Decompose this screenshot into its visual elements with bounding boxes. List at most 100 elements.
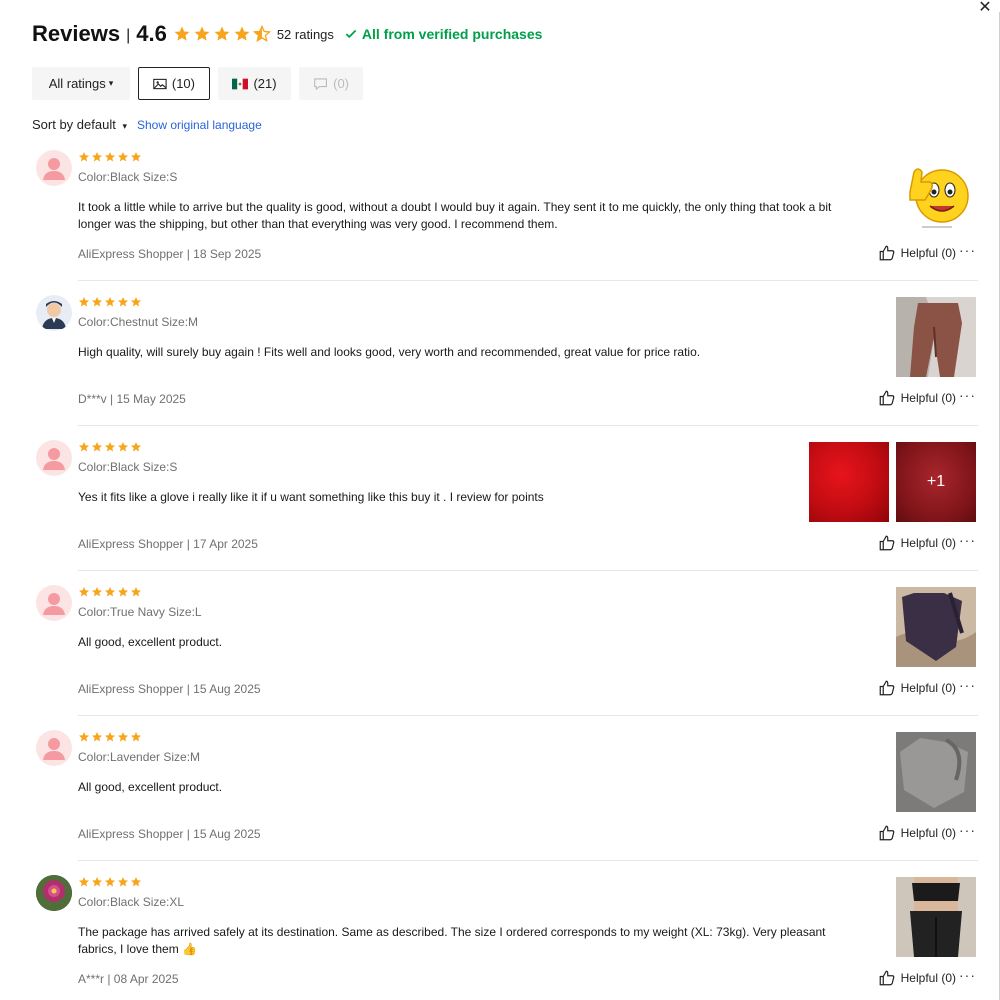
review-photo[interactable] <box>896 732 976 812</box>
review-author-date: AliExpress Shopper | 15 Aug 2025 <box>78 827 261 841</box>
star-icon <box>194 26 210 41</box>
star-icon <box>79 297 89 307</box>
review-divider <box>78 715 978 716</box>
checkmark-icon <box>345 29 357 39</box>
star-icon <box>131 442 141 452</box>
review-photos <box>896 877 976 957</box>
more-options-icon[interactable]: ··· <box>959 822 976 838</box>
star-icon <box>92 442 102 452</box>
review-item: Color:Lavender Size:M All good, excellen… <box>32 727 978 872</box>
star-icon <box>118 297 128 307</box>
review-photo[interactable] <box>896 587 976 667</box>
filter-country[interactable]: (21) <box>218 67 291 100</box>
review-stars <box>78 151 848 163</box>
helpful-button[interactable]: Helpful (0) <box>878 679 956 697</box>
more-options-icon[interactable]: ··· <box>959 387 976 403</box>
helpful-button[interactable]: Helpful (0) <box>878 389 956 407</box>
avatar <box>36 585 72 621</box>
more-photos-count: +1 <box>926 473 946 490</box>
title-separator: | <box>126 26 131 44</box>
review-text: All good, excellent product. <box>78 635 223 649</box>
review-author-date: AliExpress Shopper | 17 Apr 2025 <box>78 537 258 551</box>
review-stars <box>78 731 848 743</box>
star-icon <box>118 877 128 887</box>
star-icon <box>105 587 115 597</box>
review-photo[interactable] <box>896 152 976 232</box>
country-count: (21) <box>253 76 277 91</box>
star-icon <box>131 732 141 742</box>
star-icon <box>79 152 89 162</box>
star-icon <box>105 442 115 452</box>
review-stars <box>78 876 848 888</box>
more-options-icon[interactable]: ··· <box>959 677 976 693</box>
review-photos <box>896 297 976 377</box>
thumbs-up-icon <box>879 680 894 696</box>
thumbs-up-icon <box>879 535 894 551</box>
star-icon <box>118 587 128 597</box>
review-variant: Color:Lavender Size:M <box>78 750 201 764</box>
helpful-button[interactable]: Helpful (0) <box>878 534 956 552</box>
helpful-button[interactable]: Helpful (0) <box>878 969 956 987</box>
star-icon <box>131 587 141 597</box>
star-icon <box>92 877 102 887</box>
review-variant: Color:True Navy Size:L <box>78 605 202 619</box>
avatar <box>36 150 72 186</box>
review-text: It took a little while to arrive but the… <box>78 200 832 231</box>
review-stars <box>78 586 848 598</box>
star-icon <box>92 297 102 307</box>
review-author-date: AliExpress Shopper | 18 Sep 2025 <box>78 247 262 261</box>
show-original-language-link[interactable]: Show original language <box>137 118 262 132</box>
default-user-icon <box>43 448 65 470</box>
review-item: Color:Black Size:S It took a little whil… <box>32 147 978 292</box>
star-icon <box>131 877 141 887</box>
star-icon <box>105 152 115 162</box>
user-avatar-icon <box>42 301 66 329</box>
thumbs-up-icon <box>879 245 894 261</box>
review-item: Color:Black Size:S Yes it fits like a gl… <box>32 437 978 582</box>
thumbs-up-emoji-icon <box>896 152 976 232</box>
more-options-icon[interactable]: ··· <box>959 967 976 983</box>
mexico-flag-icon <box>232 78 249 89</box>
sort-bar: Sort by default ▾ Show original language <box>32 117 262 132</box>
helpful-button[interactable]: Helpful (0) <box>878 244 956 262</box>
comment-count: (0) <box>333 76 349 91</box>
more-options-icon[interactable]: ··· <box>959 532 976 548</box>
review-photo[interactable] <box>809 442 889 522</box>
more-options-icon[interactable]: ··· <box>959 242 976 258</box>
star-icon <box>79 732 89 742</box>
review-variant: Color:Black Size:S <box>78 460 178 474</box>
sort-dropdown[interactable]: Sort by default ▾ <box>32 117 127 132</box>
star-icon <box>105 297 115 307</box>
helpful-label: Helpful (0) <box>900 246 956 260</box>
close-button[interactable]: ✕ <box>972 0 998 18</box>
review-photo[interactable] <box>896 297 976 377</box>
all-ratings-dropdown[interactable]: All ratings ▾ <box>32 67 130 100</box>
filter-additional-comments[interactable]: (0) <box>299 67 363 100</box>
sports-top-photo <box>896 732 976 812</box>
review-divider <box>78 280 978 281</box>
review-photos: +1 <box>809 442 976 522</box>
review-item: Color:Chestnut Size:M High quality, will… <box>32 292 978 437</box>
helpful-button[interactable]: Helpful (0) <box>878 824 956 842</box>
star-icon <box>118 152 128 162</box>
comment-icon <box>314 77 327 90</box>
review-divider <box>78 570 978 571</box>
review-text: All good, excellent product. <box>78 780 223 794</box>
star-icon <box>118 442 128 452</box>
chevron-down-icon: ▾ <box>122 121 127 131</box>
review-photo-more[interactable]: +1 <box>896 442 976 522</box>
star-icon <box>131 152 141 162</box>
default-user-icon <box>43 158 65 180</box>
star-icon <box>105 732 115 742</box>
star-icon <box>92 587 102 597</box>
sort-label: Sort by default <box>32 117 116 132</box>
star-icon <box>234 26 250 41</box>
filter-with-photos[interactable]: (10) <box>138 67 210 100</box>
thumbs-up-icon <box>879 390 894 406</box>
review-divider <box>78 425 978 426</box>
helpful-label: Helpful (0) <box>900 536 956 550</box>
review-photo[interactable] <box>896 877 976 957</box>
review-photos <box>896 732 976 812</box>
avatar <box>36 730 72 766</box>
review-divider <box>78 860 978 861</box>
